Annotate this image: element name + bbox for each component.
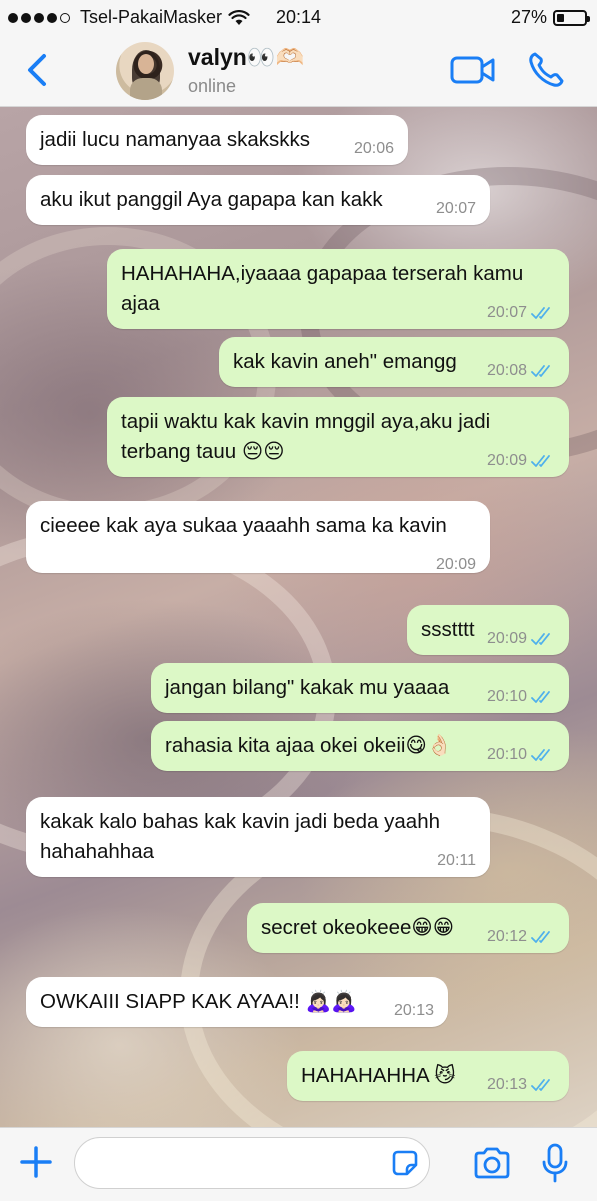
double-check-icon: [531, 454, 555, 468]
message-meta: 20:11: [437, 851, 476, 871]
message-meta: 20:09: [487, 629, 555, 649]
incoming-message-bubble[interactable]: cieeee kak aya sukaa yaaahh sama ka kavi…: [26, 501, 490, 573]
message-text: ssstttt: [421, 618, 475, 641]
contact-status: online: [188, 76, 237, 96]
outgoing-message-bubble[interactable]: secret okeokeee😁😁 20:12: [247, 903, 569, 953]
sticker-icon[interactable]: [390, 1148, 420, 1178]
microphone-icon[interactable]: [540, 1142, 570, 1184]
message-time: 20:13: [393, 1002, 434, 1019]
outgoing-message-bubble[interactable]: HAHAHAHA,iyaaaa gapapaa terserah kamu aj…: [107, 249, 569, 329]
outgoing-message-bubble[interactable]: rahasia kita ajaa okei okeii😋👌🏻 20:10: [151, 721, 569, 771]
message-meta: 20:12: [487, 927, 555, 947]
outgoing-message-bubble[interactable]: jangan bilang" kakak mu yaaaa 20:10: [151, 663, 569, 713]
message-meta: 20:10: [487, 745, 555, 765]
contact-name[interactable]: valyn👀🫶🏻: [188, 44, 304, 71]
status-right: 27%: [510, 7, 590, 28]
message-text: kak kavin aneh" emangg: [233, 350, 457, 373]
message-meta: 20:10: [487, 687, 555, 707]
camera-icon[interactable]: [472, 1146, 512, 1180]
message-meta: 20:08: [487, 361, 555, 381]
message-meta: 20:09: [436, 555, 476, 575]
message-time: 20:07: [486, 304, 527, 321]
incoming-message-bubble[interactable]: aku ikut panggil Aya gapapa kan kakk 20:0…: [26, 175, 490, 225]
message-meta: 20:07: [487, 303, 555, 323]
battery-percent: 27%: [510, 7, 547, 27]
message-time: 20:07: [435, 200, 476, 217]
message-time: 20:06: [353, 140, 394, 157]
message-time: 20:11: [437, 852, 476, 869]
double-check-icon: [531, 364, 555, 378]
message-text: HAHAHAHA,iyaaaa gapapaa terserah kamu aj…: [121, 262, 524, 315]
double-check-icon: [531, 748, 555, 762]
double-check-icon: [531, 632, 555, 646]
composer-bar: [0, 1127, 597, 1201]
message-text: tapii waktu kak kavin mnggil aya,aku jad…: [121, 410, 491, 463]
message-meta: 20:06: [354, 139, 394, 159]
message-text: aku ikut panggil Aya gapapa kan kakk: [40, 188, 383, 211]
message-text: HAHAHAHHA 😼: [301, 1064, 456, 1087]
message-time: 20:09: [435, 556, 476, 573]
double-check-icon: [531, 306, 555, 320]
message-text: OWKAIII SIAPP KAK AYAA!! 🙇🏻‍♀️🙇🏻‍♀️: [40, 990, 357, 1013]
battery-icon: [553, 9, 590, 26]
plus-icon[interactable]: [18, 1144, 54, 1180]
avatar[interactable]: [116, 42, 174, 100]
message-meta: 20:09: [487, 451, 555, 471]
outgoing-message-bubble[interactable]: tapii waktu kak kavin mnggil aya,aku jad…: [107, 397, 569, 477]
incoming-message-bubble[interactable]: kakak kalo bahas kak kavin jadi beda yaa…: [26, 797, 490, 877]
outgoing-message-bubble[interactable]: HAHAHAHHA 😼 20:13: [287, 1051, 569, 1101]
message-meta: 20:13: [487, 1075, 555, 1095]
message-input[interactable]: [74, 1137, 430, 1189]
outgoing-message-bubble[interactable]: kak kavin aneh" emangg 20:08: [219, 337, 569, 387]
phone-icon[interactable]: [526, 50, 566, 90]
message-text: jangan bilang" kakak mu yaaaa: [165, 676, 450, 699]
message-time: 20:09: [486, 452, 527, 469]
double-check-icon: [531, 930, 555, 944]
message-time: 20:08: [486, 362, 527, 379]
message-meta: 20:07: [436, 199, 476, 219]
chevron-left-icon[interactable]: [22, 50, 52, 90]
double-check-icon: [531, 1078, 555, 1092]
chat-header: valyn👀🫶🏻 online: [0, 36, 597, 107]
video-camera-icon[interactable]: [450, 54, 496, 86]
outgoing-message-bubble[interactable]: ssstttt 20:09: [407, 605, 569, 655]
message-time: 20:10: [486, 746, 527, 763]
double-check-icon: [531, 690, 555, 704]
message-time: 20:12: [486, 928, 527, 945]
message-time: 20:10: [486, 688, 527, 705]
message-time: 20:09: [486, 630, 527, 647]
status-time: 20:14: [275, 7, 322, 27]
message-meta: 20:13: [394, 1001, 434, 1021]
message-text: jadii lucu namanyaa skakskks: [40, 128, 311, 151]
message-text: kakak kalo bahas kak kavin jadi beda yaa…: [40, 810, 441, 863]
chat-area[interactable]: jadii lucu namanyaa skakskks 20:06 aku iku…: [0, 107, 597, 1127]
message-text: secret okeokeee😁😁: [261, 916, 455, 939]
message-time: 20:13: [486, 1076, 527, 1093]
incoming-message-bubble[interactable]: jadii lucu namanyaa skakskks 20:06: [26, 115, 408, 165]
message-text: rahasia kita ajaa okei okeii😋👌🏻: [165, 734, 453, 757]
status-bar: Tsel-PakaiMasker 20:14 27%: [0, 0, 597, 36]
message-text: cieeee kak aya sukaa yaaahh sama ka kavi…: [40, 514, 447, 537]
incoming-message-bubble[interactable]: OWKAIII SIAPP KAK AYAA!! 🙇🏻‍♀️🙇🏻‍♀️ 20:13: [26, 977, 448, 1027]
